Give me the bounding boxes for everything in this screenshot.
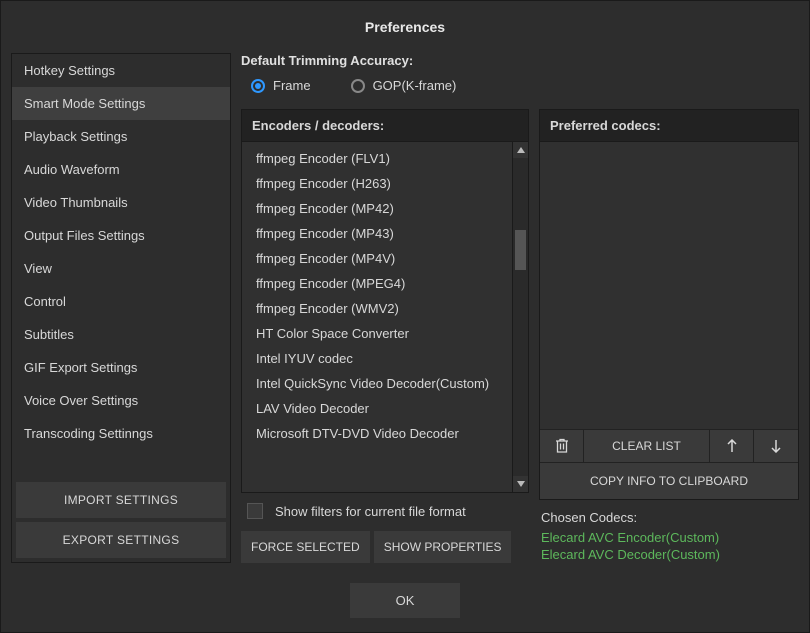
sidebar-item[interactable]: Hotkey Settings	[12, 54, 230, 87]
radio-gop-label: GOP(K-frame)	[373, 78, 457, 93]
sidebar-item[interactable]: Voice Over Settings	[12, 384, 230, 417]
sidebar-item[interactable]: Subtitles	[12, 318, 230, 351]
delete-button[interactable]	[540, 430, 584, 462]
encoder-action-buttons: FORCE SELECTED SHOW PROPERTIES	[241, 531, 529, 563]
encoder-item[interactable]: HT Color Space Converter	[242, 321, 512, 346]
move-down-button[interactable]	[754, 430, 798, 462]
preferred-column: Preferred codecs:	[539, 109, 799, 563]
sidebar-item[interactable]: Video Thumbnails	[12, 186, 230, 219]
preferred-header: Preferred codecs:	[540, 110, 798, 142]
encoder-item[interactable]: ffmpeg Encoder (MP4V)	[242, 246, 512, 271]
radio-dot-icon	[251, 79, 265, 93]
trimming-accuracy-radios: Frame GOP(K-frame)	[241, 78, 799, 109]
preferred-panel: Preferred codecs:	[539, 109, 799, 500]
main-panel: Default Trimming Accuracy: Frame GOP(K-f…	[241, 53, 799, 563]
sidebar-buttons: IMPORT SETTINGS EXPORT SETTINGS	[12, 478, 230, 562]
encoder-item[interactable]: ffmpeg Encoder (MPEG4)	[242, 271, 512, 296]
chosen-codecs-list: Elecard AVC Encoder(Custom)Elecard AVC D…	[541, 529, 797, 563]
encoder-item[interactable]: LAV Video Decoder	[242, 396, 512, 421]
scroll-up-icon[interactable]	[513, 142, 528, 158]
sidebar-item[interactable]: Smart Mode Settings	[12, 87, 230, 120]
sidebar-item[interactable]: Control	[12, 285, 230, 318]
trash-icon	[555, 438, 569, 454]
encoders-list[interactable]: ffmpeg Encoder (FLV1)ffmpeg Encoder (H26…	[242, 142, 512, 492]
clear-list-button[interactable]: CLEAR LIST	[584, 430, 710, 462]
encoders-footer: Show filters for current file format FOR…	[241, 493, 529, 563]
sidebar-item[interactable]: Transcoding Settinngs	[12, 417, 230, 450]
radio-dot-icon	[351, 79, 365, 93]
export-settings-button[interactable]: EXPORT SETTINGS	[16, 522, 226, 558]
sidebar-item[interactable]: GIF Export Settings	[12, 351, 230, 384]
show-filters-row: Show filters for current file format	[241, 493, 529, 531]
encoder-item[interactable]: ffmpeg Encoder (MP43)	[242, 221, 512, 246]
sidebar-item[interactable]: Output Files Settings	[12, 219, 230, 252]
chosen-codec-item: Elecard AVC Decoder(Custom)	[541, 546, 797, 563]
show-filters-label: Show filters for current file format	[275, 504, 466, 519]
dialog-title: Preferences	[1, 1, 809, 53]
trimming-accuracy-label: Default Trimming Accuracy:	[241, 53, 799, 78]
move-up-button[interactable]	[710, 430, 754, 462]
force-selected-button[interactable]: FORCE SELECTED	[241, 531, 370, 563]
encoders-panel: Encoders / decoders: ffmpeg Encoder (FLV…	[241, 109, 529, 493]
preferred-list[interactable]	[540, 142, 798, 429]
encoder-item[interactable]: ffmpeg Encoder (FLV1)	[242, 146, 512, 171]
radio-gop[interactable]: GOP(K-frame)	[351, 78, 457, 93]
encoder-item[interactable]: Intel QuickSync Video Decoder(Custom)	[242, 371, 512, 396]
radio-frame[interactable]: Frame	[251, 78, 311, 93]
copy-info-button[interactable]: COPY INFO TO CLIPBOARD	[540, 462, 798, 499]
radio-frame-label: Frame	[273, 78, 311, 93]
encoder-item[interactable]: ffmpeg Encoder (H263)	[242, 171, 512, 196]
scroll-down-icon[interactable]	[513, 476, 528, 492]
encoders-list-wrap: ffmpeg Encoder (FLV1)ffmpeg Encoder (H26…	[242, 142, 528, 492]
show-properties-button[interactable]: SHOW PROPERTIES	[374, 531, 512, 563]
encoders-column: Encoders / decoders: ffmpeg Encoder (FLV…	[241, 109, 529, 563]
sidebar-item[interactable]: Audio Waveform	[12, 153, 230, 186]
encoders-header: Encoders / decoders:	[242, 110, 528, 142]
encoder-item[interactable]: ffmpeg Encoder (MP42)	[242, 196, 512, 221]
sidebar-item[interactable]: Playback Settings	[12, 120, 230, 153]
chosen-codecs-label: Chosen Codecs:	[541, 510, 797, 529]
preferences-dialog: Preferences Hotkey SettingsSmart Mode Se…	[0, 0, 810, 633]
encoder-item[interactable]: ffmpeg Encoder (WMV2)	[242, 296, 512, 321]
show-filters-checkbox[interactable]	[247, 503, 263, 519]
sidebar-item[interactable]: View	[12, 252, 230, 285]
dialog-body: Hotkey SettingsSmart Mode SettingsPlayba…	[1, 53, 809, 573]
sidebar-list: Hotkey SettingsSmart Mode SettingsPlayba…	[12, 54, 230, 478]
ok-button[interactable]: OK	[350, 583, 460, 618]
encoders-scrollbar[interactable]	[512, 142, 528, 492]
dialog-footer: OK	[1, 573, 809, 632]
preferred-buttons: CLEAR LIST	[540, 429, 798, 499]
columns: Encoders / decoders: ffmpeg Encoder (FLV…	[241, 109, 799, 563]
sidebar: Hotkey SettingsSmart Mode SettingsPlayba…	[11, 53, 231, 563]
chosen-codec-item: Elecard AVC Encoder(Custom)	[541, 529, 797, 546]
scroll-thumb[interactable]	[515, 230, 526, 270]
encoder-item[interactable]: Intel IYUV codec	[242, 346, 512, 371]
arrow-down-icon	[770, 439, 782, 453]
chosen-codecs-section: Chosen Codecs: Elecard AVC Encoder(Custo…	[539, 500, 799, 563]
import-settings-button[interactable]: IMPORT SETTINGS	[16, 482, 226, 518]
arrow-up-icon	[726, 439, 738, 453]
encoder-item[interactable]: Microsoft DTV-DVD Video Decoder	[242, 421, 512, 446]
